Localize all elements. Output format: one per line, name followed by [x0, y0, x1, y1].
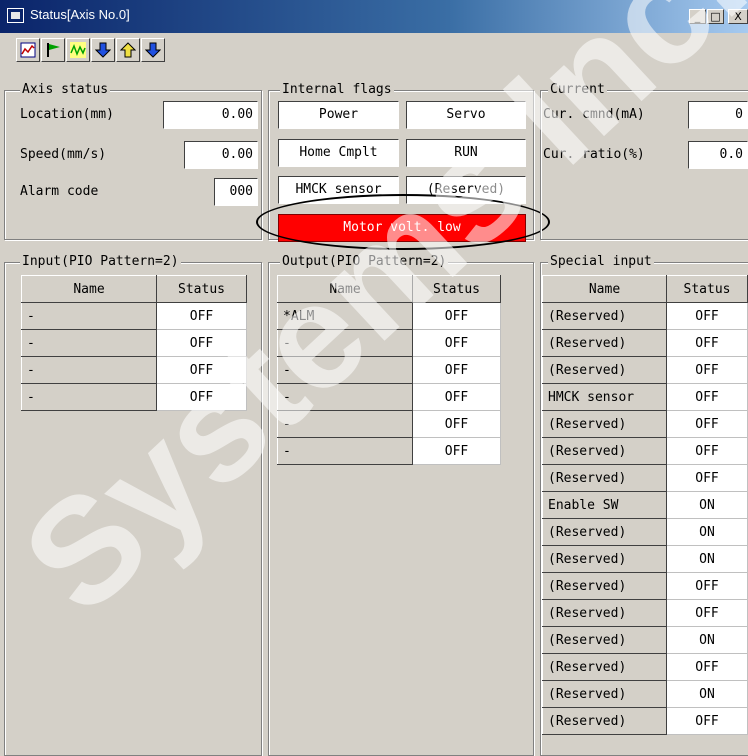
special-input-row-status: OFF [666, 572, 748, 600]
special-input-row-name: (Reserved) [542, 302, 667, 330]
special-input-row: (Reserved) OFF [542, 572, 748, 600]
special-input-row-name: (Reserved) [542, 518, 667, 546]
window-title: Status[Axis No.0] [30, 7, 130, 22]
special-input-row-status: OFF [666, 707, 748, 735]
special-input-row: (Reserved) OFF [542, 302, 748, 330]
special-input-row-status: ON [666, 680, 748, 708]
special-input-row: (Reserved) OFF [542, 707, 748, 735]
current-ratio-value: 0.0 [688, 141, 748, 169]
special-input-row: (Reserved) ON [542, 518, 748, 546]
output-row-status: OFF [412, 410, 501, 438]
input-title: Input(PIO Pattern=2) [20, 254, 181, 269]
special-header-status: Status [666, 275, 748, 303]
special-input-row-status: OFF [666, 437, 748, 465]
output-row-status: OFF [412, 356, 501, 384]
special-input-row: (Reserved) OFF [542, 464, 748, 492]
special-input-row-name: (Reserved) [542, 329, 667, 357]
special-input-row-name: (Reserved) [542, 626, 667, 654]
special-input-row: Enable SW ON [542, 491, 748, 519]
location-label: Location(mm) [20, 107, 114, 122]
alarm-code-value: 000 [214, 178, 258, 206]
special-input-row-name: (Reserved) [542, 653, 667, 681]
axis-status-title: Axis status [20, 82, 111, 97]
special-input-table: Name Status (Reserved) OFF (Reserved) OFF (R… [542, 275, 748, 735]
special-input-row-name: (Reserved) [542, 572, 667, 600]
special-input-row-status: OFF [666, 329, 748, 357]
special-input-title: Special input [548, 254, 654, 269]
special-input-row-status: OFF [666, 383, 748, 411]
special-input-row: (Reserved) ON [542, 545, 748, 573]
arrow-down-blue-icon[interactable] [141, 38, 165, 62]
special-input-row: (Reserved) OFF [542, 437, 748, 465]
special-input-row-name: (Reserved) [542, 680, 667, 708]
output-row-status: OFF [412, 383, 501, 411]
special-input-row-status: OFF [666, 302, 748, 330]
special-input-row-status: OFF [666, 356, 748, 384]
special-input-row-status: OFF [666, 410, 748, 438]
input-row-name: - [21, 329, 157, 357]
special-input-row-status: ON [666, 491, 748, 519]
input-row-name: - [21, 302, 157, 330]
special-header-name: Name [542, 275, 667, 303]
special-input-row-status: OFF [666, 599, 748, 627]
wave-icon[interactable] [66, 38, 90, 62]
special-input-row-status: ON [666, 545, 748, 573]
flag-power: Power [278, 101, 399, 129]
input-header-name: Name [21, 275, 157, 303]
output-row-status: OFF [412, 437, 501, 465]
special-input-row: (Reserved) ON [542, 626, 748, 654]
special-input-row: (Reserved) OFF [542, 599, 748, 627]
special-input-row-name: (Reserved) [542, 599, 667, 627]
speed-label: Speed(mm/s) [20, 147, 107, 162]
special-input-row-name: HMCK sensor [542, 383, 667, 411]
app-icon[interactable] [7, 8, 24, 23]
special-input-row-name: (Reserved) [542, 356, 667, 384]
special-input-row: HMCK sensor OFF [542, 383, 748, 411]
special-input-row-name: (Reserved) [542, 707, 667, 735]
special-input-row: (Reserved) OFF [542, 329, 748, 357]
special-input-row-name: Enable SW [542, 491, 667, 519]
special-input-row-name: (Reserved) [542, 464, 667, 492]
special-input-row: (Reserved) OFF [542, 653, 748, 681]
special-input-row: (Reserved) OFF [542, 410, 748, 438]
special-input-row-status: OFF [666, 653, 748, 681]
special-input-row: (Reserved) OFF [542, 356, 748, 384]
special-input-row-status: ON [666, 518, 748, 546]
special-input-row-name: (Reserved) [542, 410, 667, 438]
arrow-down-blue-icon[interactable] [91, 38, 115, 62]
alarm-code-label: Alarm code [20, 184, 99, 199]
special-input-row-status: OFF [666, 464, 748, 492]
chart-icon[interactable] [16, 38, 40, 62]
current-command-value: 0 [688, 101, 748, 129]
internal-flags-title: Internal flags [280, 82, 394, 97]
flag-icon[interactable] [41, 38, 65, 62]
location-value: 0.00 [163, 101, 258, 129]
arrow-up-yellow-icon[interactable] [116, 38, 140, 62]
input-row-name: - [21, 356, 157, 384]
special-input-row-name: (Reserved) [542, 437, 667, 465]
special-input-row-name: (Reserved) [542, 545, 667, 573]
special-input-row-status: ON [666, 626, 748, 654]
special-input-row: (Reserved) ON [542, 680, 748, 708]
speed-value: 0.00 [184, 141, 258, 169]
